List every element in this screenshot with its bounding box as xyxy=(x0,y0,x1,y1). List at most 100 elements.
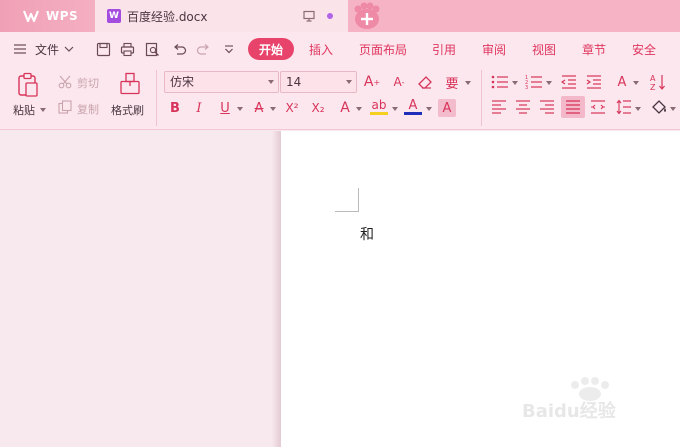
document-body-text[interactable]: 和 xyxy=(360,224,374,244)
tab-view[interactable]: 视图 xyxy=(532,41,556,58)
print-preview-icon[interactable] xyxy=(145,42,160,57)
tab-review[interactable]: 审阅 xyxy=(482,41,506,58)
underline-glyph: U xyxy=(220,100,230,116)
italic-icon[interactable]: I xyxy=(190,99,208,117)
sort-icon[interactable]: AZ xyxy=(650,73,666,91)
left-workspace-area xyxy=(0,131,280,447)
highlight-dropdown-arrow[interactable] xyxy=(392,107,398,111)
ribbon-toolbar: 粘贴 剪切 复制 格式刷 仿宋 14 A + A- 要 B I U A X² X₂… xyxy=(0,66,680,130)
grow-font-icon[interactable]: A + xyxy=(363,73,381,91)
shrink-font-icon[interactable]: A- xyxy=(390,73,408,91)
text-effect-glyph: A xyxy=(340,100,350,116)
font-size-combo[interactable]: 14 xyxy=(280,71,357,93)
cut-label[interactable]: 剪切 xyxy=(77,75,99,91)
title-bar: WPS W 百度经验.docx xyxy=(0,0,680,32)
shading-paint-icon[interactable] xyxy=(650,99,668,115)
underline-dropdown-arrow[interactable] xyxy=(237,107,243,111)
bullet-dropdown-arrow[interactable] xyxy=(512,81,518,85)
align-right-icon[interactable] xyxy=(539,100,555,114)
justify-button[interactable] xyxy=(561,96,585,118)
writer-doc-icon: W xyxy=(107,9,121,23)
bold-glyph: B xyxy=(170,100,180,116)
change-case-icon[interactable]: A xyxy=(613,73,631,91)
paste-dropdown-arrow[interactable] xyxy=(40,108,46,112)
cut-icon[interactable] xyxy=(58,75,72,89)
clear-format-eraser-icon[interactable] xyxy=(417,74,433,90)
monitor-icon[interactable] xyxy=(303,10,315,22)
svg-text:Z: Z xyxy=(650,83,656,91)
copy-icon[interactable] xyxy=(58,100,72,114)
hamburger-menu-icon[interactable] xyxy=(14,44,26,54)
copy-label[interactable]: 复制 xyxy=(77,101,99,117)
menu-row: 文件 开始 插入 页面布局 引用 审阅 视图 章节 安全 xyxy=(0,32,680,66)
line-spacing-icon[interactable] xyxy=(616,99,632,115)
wps-logo-icon xyxy=(22,8,44,24)
font-name-combo[interactable]: 仿宋 xyxy=(164,71,279,93)
subscript-icon[interactable]: X₂ xyxy=(309,99,327,117)
increase-indent-icon[interactable] xyxy=(586,74,602,90)
redo-icon[interactable] xyxy=(196,42,211,57)
separator xyxy=(481,70,482,126)
separator xyxy=(156,70,157,126)
baidu-watermark: Baidu经验 xyxy=(522,377,617,422)
change-case-glyph: A xyxy=(617,74,627,90)
margin-corner-mark xyxy=(335,188,359,212)
align-center-icon[interactable] xyxy=(515,100,531,114)
underline-icon[interactable]: U xyxy=(216,99,234,117)
text-effect-dropdown-arrow[interactable] xyxy=(356,107,362,111)
phonetic-dropdown-arrow[interactable] xyxy=(465,81,471,85)
phonetic-guide-icon[interactable]: 要 xyxy=(443,73,461,92)
quick-access-dropdown-icon[interactable] xyxy=(224,42,234,57)
file-menu[interactable]: 文件 xyxy=(35,41,59,58)
italic-glyph: I xyxy=(196,100,202,116)
superscript-glyph: X² xyxy=(285,101,299,115)
strike-glyph: A xyxy=(254,100,264,116)
tab-references[interactable]: 引用 xyxy=(432,41,456,58)
unsaved-dot-icon xyxy=(327,13,333,19)
chevron-down-icon[interactable] xyxy=(64,45,74,53)
strikethrough-icon[interactable]: A xyxy=(250,99,268,117)
undo-icon[interactable] xyxy=(172,42,187,57)
grow-font-glyph: A xyxy=(363,74,374,90)
character-shading-icon[interactable]: A xyxy=(438,99,456,117)
distributed-align-icon[interactable] xyxy=(590,100,606,114)
chevron-down-icon[interactable] xyxy=(268,80,274,84)
font-color-dropdown-arrow[interactable] xyxy=(426,107,432,111)
paste-icon[interactable] xyxy=(16,72,40,98)
line-spacing-dropdown-arrow[interactable] xyxy=(635,107,641,111)
wps-home-tab[interactable]: WPS xyxy=(0,0,95,32)
subscript-glyph: X₂ xyxy=(311,101,325,115)
numbering-dropdown-arrow[interactable] xyxy=(546,81,552,85)
phonetic-glyph: 要 xyxy=(445,76,459,92)
bullet-list-icon[interactable] xyxy=(491,74,509,90)
text-effect-icon[interactable]: A xyxy=(336,99,354,117)
document-tab[interactable]: W 百度经验.docx xyxy=(95,0,348,32)
tab-security[interactable]: 安全 xyxy=(632,41,656,58)
align-left-icon[interactable] xyxy=(491,100,507,114)
new-tab-paw-icon[interactable] xyxy=(352,2,382,30)
chevron-down-icon[interactable] xyxy=(346,80,352,84)
superscript-icon[interactable]: X² xyxy=(283,99,301,117)
align-justify-icon xyxy=(566,100,580,114)
change-case-dropdown-arrow[interactable] xyxy=(633,81,639,85)
bold-icon[interactable]: B xyxy=(166,99,184,117)
format-painter-label[interactable]: 格式刷 xyxy=(111,102,144,118)
tab-chapter[interactable]: 章节 xyxy=(582,41,606,58)
app-name: WPS xyxy=(46,9,79,23)
shading-dropdown-arrow[interactable] xyxy=(670,107,676,111)
tab-home[interactable]: 开始 xyxy=(248,38,294,60)
font-color-glyph: A xyxy=(408,97,418,113)
font-name-value: 仿宋 xyxy=(170,75,195,89)
decrease-indent-icon[interactable] xyxy=(561,74,577,90)
tab-page-layout[interactable]: 页面布局 xyxy=(359,41,407,58)
tab-insert[interactable]: 插入 xyxy=(309,41,333,58)
paste-label[interactable]: 粘贴 xyxy=(13,102,35,118)
save-icon[interactable] xyxy=(96,42,111,57)
format-painter-icon[interactable] xyxy=(119,72,141,96)
highlight-icon[interactable]: ab xyxy=(370,98,388,115)
numbered-list-icon[interactable]: 123 xyxy=(525,74,543,90)
font-color-icon[interactable]: A xyxy=(404,98,422,115)
print-icon[interactable] xyxy=(120,42,135,57)
strike-dropdown-arrow[interactable] xyxy=(270,107,276,111)
shrink-font-glyph: A xyxy=(393,75,402,89)
